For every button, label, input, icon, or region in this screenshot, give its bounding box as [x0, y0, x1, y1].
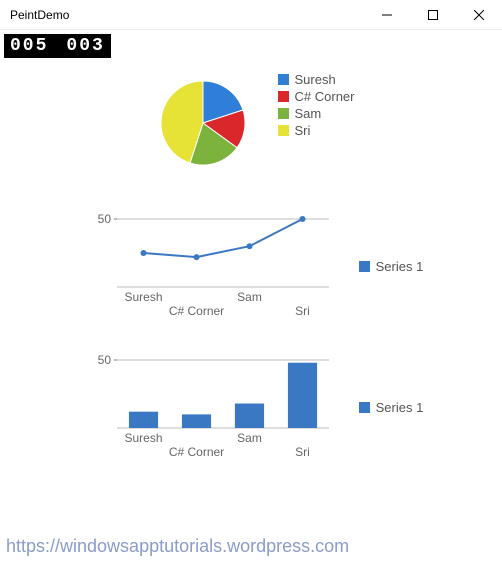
legend-item: Suresh — [278, 72, 355, 87]
legend-item: Series 1 — [359, 259, 424, 274]
minimize-button[interactable] — [364, 0, 410, 29]
watermark-url: https://windowsapptutorials.wordpress.co… — [6, 536, 349, 557]
close-icon — [474, 10, 484, 20]
svg-text:50: 50 — [97, 353, 111, 367]
legend-item: Sri — [278, 123, 355, 138]
svg-text:Sam: Sam — [237, 290, 262, 304]
titlebar: PeintDemo — [0, 0, 502, 30]
legend-swatch — [278, 74, 289, 85]
svg-text:Sam: Sam — [237, 431, 262, 445]
legend-label: Suresh — [295, 72, 336, 87]
svg-text:Sri: Sri — [295, 304, 310, 318]
maximize-icon — [428, 10, 438, 20]
chart-area: SureshC# CornerSamSri 50SureshC# CornerS… — [0, 58, 502, 463]
legend-label: Sri — [295, 123, 311, 138]
line-chart: 50 Suresh C# Corner Sam Sri — [79, 209, 339, 322]
legend-swatch — [278, 125, 289, 136]
line-chart-row: 50 Suresh C# Corner Sam Sri Series 1 — [10, 209, 492, 322]
legend-item: Sam — [278, 106, 355, 121]
legend-label: Sam — [295, 106, 322, 121]
legend-swatch — [278, 108, 289, 119]
legend-label: Series 1 — [376, 259, 424, 274]
svg-text:Suresh: Suresh — [124, 290, 162, 304]
legend-swatch — [359, 261, 370, 272]
counter-display: 005 003 — [4, 34, 111, 58]
counter-left: 005 — [10, 36, 48, 56]
pie-legend: Suresh C# Corner Sam Sri — [278, 68, 355, 140]
window-controls — [364, 0, 502, 29]
close-button[interactable] — [456, 0, 502, 29]
svg-text:Suresh: Suresh — [124, 431, 162, 445]
legend-item: Series 1 — [359, 400, 424, 415]
bar-legend: Series 1 — [359, 396, 424, 417]
bar-chart-row: 50 Suresh C# Corner Sam Sri Series 1 — [10, 350, 492, 463]
svg-text:50: 50 — [97, 212, 111, 226]
minimize-icon — [382, 10, 392, 20]
svg-text:C# Corner: C# Corner — [168, 304, 223, 318]
window-title: PeintDemo — [10, 8, 69, 22]
legend-label: Series 1 — [376, 400, 424, 415]
counter-right: 003 — [66, 36, 104, 56]
pie-chart — [148, 68, 258, 181]
legend-swatch — [278, 91, 289, 102]
legend-label: C# Corner — [295, 89, 355, 104]
maximize-button[interactable] — [410, 0, 456, 29]
bar-chart: 50 Suresh C# Corner Sam Sri — [79, 350, 339, 463]
legend-swatch — [359, 402, 370, 413]
pie-chart-row: Suresh C# Corner Sam Sri — [10, 68, 492, 181]
line-legend: Series 1 — [359, 255, 424, 276]
legend-item: C# Corner — [278, 89, 355, 104]
svg-text:Sri: Sri — [295, 445, 310, 459]
svg-text:C# Corner: C# Corner — [168, 445, 223, 459]
